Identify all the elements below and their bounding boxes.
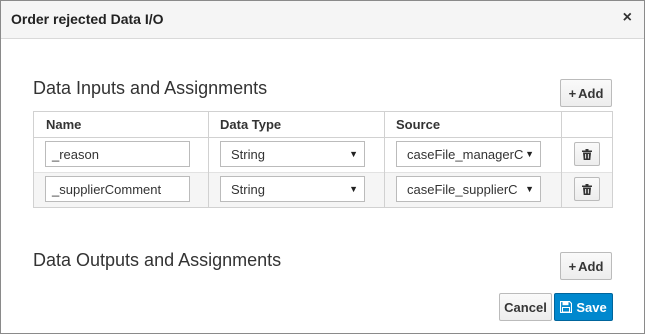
dialog-header: Order rejected Data I/O × <box>1 1 644 39</box>
column-header-data-type: Data Type <box>220 117 282 132</box>
column-header-name: Name <box>46 117 82 132</box>
caret-down-icon: ▼ <box>525 149 534 159</box>
plus-icon: + <box>568 85 577 101</box>
table-row: _supplierComment String ▼ caseFile_suppl… <box>34 173 612 207</box>
data-type-select[interactable]: String ▼ <box>220 141 365 167</box>
save-button[interactable]: Save <box>554 293 613 321</box>
trash-icon <box>582 148 592 160</box>
source-select[interactable]: caseFile_supplierC ▼ <box>396 176 541 202</box>
name-input[interactable]: _reason <box>45 141 190 167</box>
delete-row-button[interactable] <box>574 177 600 201</box>
column-divider <box>384 112 385 207</box>
caret-down-icon: ▼ <box>349 149 358 159</box>
inputs-table: Name Data Type Source _reason String ▼ c… <box>33 111 613 208</box>
caret-down-icon: ▼ <box>349 184 358 194</box>
cancel-button[interactable]: Cancel <box>499 293 552 321</box>
table-row: _reason String ▼ caseFile_managerC ▼ <box>34 139 612 173</box>
name-input[interactable]: _supplierComment <box>45 176 190 202</box>
data-type-value: String <box>231 181 265 197</box>
cancel-label: Cancel <box>504 299 547 315</box>
inputs-section-title: Data Inputs and Assignments <box>33 78 268 98</box>
plus-icon: + <box>568 258 577 274</box>
save-label: Save <box>576 299 607 315</box>
inputs-table-header: Name Data Type Source <box>34 112 612 138</box>
column-divider <box>561 112 562 207</box>
source-value: caseFile_managerC <box>407 146 524 162</box>
add-output-button[interactable]: + Add <box>560 252 612 280</box>
add-output-label: Add <box>578 258 604 274</box>
source-value: caseFile_supplierC <box>407 181 518 197</box>
floppy-disk-icon <box>560 301 573 313</box>
column-divider <box>208 112 209 207</box>
close-icon[interactable]: × <box>623 9 632 27</box>
add-input-label: Add <box>578 85 604 101</box>
data-io-dialog: Order rejected Data I/O × Data Inputs an… <box>0 0 645 334</box>
column-header-source: Source <box>396 117 441 132</box>
data-type-select[interactable]: String ▼ <box>220 176 365 202</box>
delete-row-button[interactable] <box>574 142 600 166</box>
data-type-value: String <box>231 146 265 162</box>
add-input-button[interactable]: + Add <box>560 79 612 107</box>
dialog-title: Order rejected Data I/O <box>11 11 164 27</box>
source-select[interactable]: caseFile_managerC ▼ <box>396 141 541 167</box>
trash-icon <box>582 183 592 195</box>
caret-down-icon: ▼ <box>525 184 534 194</box>
outputs-section-title: Data Outputs and Assignments <box>33 250 282 270</box>
